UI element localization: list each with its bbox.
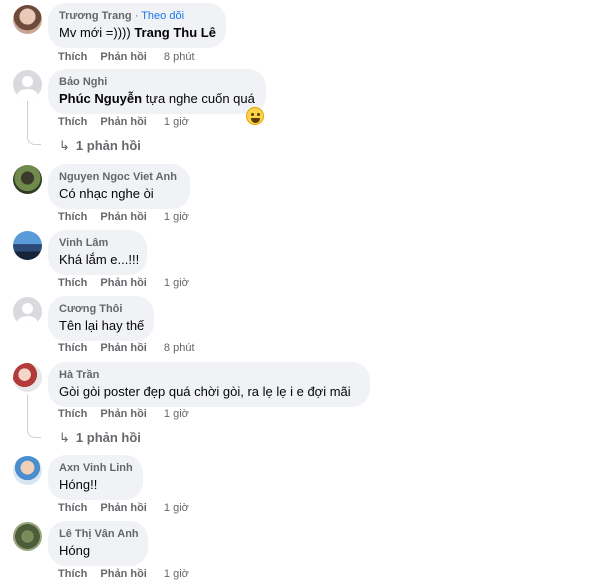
timestamp[interactable]: 1 giờ bbox=[164, 568, 189, 580]
thread-hook bbox=[27, 133, 41, 145]
comment-actions: Thích Phản hồi 1 giờ bbox=[58, 408, 189, 420]
avatar[interactable] bbox=[13, 297, 42, 326]
comment-bubble: Vinh Lâm Khá lắm e...!!! bbox=[48, 230, 147, 275]
comment-actions: Thích Phản hồi 8 phút bbox=[58, 342, 195, 354]
like-button[interactable]: Thích bbox=[58, 277, 87, 289]
timestamp[interactable]: 1 giờ bbox=[164, 277, 189, 289]
view-replies-link[interactable]: ↳ 1 phản hồi bbox=[59, 138, 141, 154]
thread-line bbox=[27, 394, 28, 430]
avatar[interactable] bbox=[13, 5, 42, 34]
reply-button[interactable]: Phản hồi bbox=[100, 502, 146, 514]
comment-text: Hóng bbox=[59, 543, 91, 558]
thread-line bbox=[27, 101, 28, 137]
reply-button[interactable]: Phản hồi bbox=[100, 211, 146, 223]
comment-text: Gòi gòi poster đẹp quá chời gòi, ra lẹ l… bbox=[59, 384, 351, 399]
view-replies-link[interactable]: ↳ 1 phản hồi bbox=[59, 430, 141, 446]
like-button[interactable]: Thích bbox=[58, 408, 87, 420]
commenter-name[interactable]: Nguyen Ngoc Viet Anh bbox=[59, 170, 178, 184]
timestamp[interactable]: 1 giờ bbox=[164, 502, 189, 514]
timestamp[interactable]: 8 phút bbox=[164, 51, 195, 63]
comment-text-body: Mv mới =)))) bbox=[59, 25, 135, 40]
comment-bubble: Cương Thôi Tên lại hay thế bbox=[48, 296, 154, 341]
comment-bubble: Hà Trần Gòi gòi poster đẹp quá chời gòi,… bbox=[48, 362, 370, 407]
like-button[interactable]: Thích bbox=[58, 116, 87, 128]
comment-actions: Thích Phản hồi 1 giờ bbox=[58, 568, 189, 580]
comment-actions: Thích Phản hồi 1 giờ bbox=[58, 277, 189, 289]
commenter-name[interactable]: Hà Trần bbox=[59, 368, 358, 382]
commenter-name[interactable]: Vinh Lâm bbox=[59, 236, 135, 250]
reply-arrow-icon: ↳ bbox=[59, 430, 70, 445]
comment-bubble: Nguyen Ngoc Viet Anh Có nhạc nghe òi bbox=[48, 164, 190, 209]
like-button[interactable]: Thích bbox=[58, 211, 87, 223]
commenter-name[interactable]: Cương Thôi bbox=[59, 302, 142, 316]
follow-link[interactable]: · Theo dõi bbox=[135, 10, 184, 22]
commenter-name[interactable]: Trương Trang · Theo dõi bbox=[59, 9, 214, 23]
mention-link[interactable]: Phúc Nguyễn bbox=[59, 91, 142, 106]
commenter-name[interactable]: Lê Thị Vân Anh bbox=[59, 527, 139, 541]
timestamp[interactable]: 1 giờ bbox=[164, 211, 189, 223]
comment-text-body: tựa nghe cuốn quá bbox=[142, 91, 255, 106]
avatar[interactable] bbox=[13, 165, 42, 194]
like-button[interactable]: Thích bbox=[58, 502, 87, 514]
timestamp[interactable]: 1 giờ bbox=[164, 408, 189, 420]
like-button[interactable]: Thích bbox=[58, 51, 87, 63]
comment-text: Phúc Nguyễn tựa nghe cuốn quá bbox=[59, 90, 255, 108]
replies-count[interactable]: 1 phản hồi bbox=[76, 430, 141, 445]
reply-button[interactable]: Phản hồi bbox=[100, 116, 146, 128]
comment-text: Mv mới =)))) Trang Thu Lê bbox=[59, 24, 216, 42]
comment-text: Khá lắm e...!!! bbox=[59, 252, 140, 267]
comment-text: Tên lại hay thế bbox=[59, 318, 145, 333]
avatar[interactable] bbox=[13, 363, 42, 392]
comment-actions: Thích Phản hồi 1 giờ bbox=[58, 211, 189, 223]
thread-hook bbox=[27, 426, 41, 438]
timestamp[interactable]: 8 phút bbox=[164, 342, 195, 354]
reply-button[interactable]: Phản hồi bbox=[100, 408, 146, 420]
comment-bubble: Lê Thị Vân Anh Hóng bbox=[48, 521, 148, 566]
comment-bubble: Bảo Nghi Phúc Nguyễn tựa nghe cuốn quá bbox=[48, 69, 266, 114]
like-button[interactable]: Thích bbox=[58, 568, 87, 580]
comment-actions: Thích Phản hồi 8 phút bbox=[58, 51, 195, 63]
reply-button[interactable]: Phản hồi bbox=[100, 277, 146, 289]
comment-actions: Thích Phản hồi 1 giờ bbox=[58, 502, 189, 514]
comment-text: Hóng!! bbox=[59, 477, 98, 492]
reply-button[interactable]: Phản hồi bbox=[100, 51, 146, 63]
reply-arrow-icon: ↳ bbox=[59, 138, 70, 153]
comment-actions: Thích Phản hồi 1 giờ bbox=[58, 116, 189, 128]
comment-bubble: Axn Vinh Linh Hóng!! bbox=[48, 455, 143, 500]
reply-button[interactable]: Phản hồi bbox=[100, 568, 146, 580]
avatar[interactable] bbox=[13, 70, 42, 99]
replies-count[interactable]: 1 phản hồi bbox=[76, 138, 141, 153]
timestamp[interactable]: 1 giờ bbox=[164, 116, 189, 128]
laughing-emoji-icon[interactable] bbox=[246, 107, 264, 125]
mention-link[interactable]: Trang Thu Lê bbox=[134, 25, 216, 40]
commenter-name[interactable]: Bảo Nghi bbox=[59, 75, 254, 89]
avatar[interactable] bbox=[13, 522, 42, 551]
commenter-name-text[interactable]: Trương Trang bbox=[59, 10, 132, 22]
reply-button[interactable]: Phản hồi bbox=[100, 342, 146, 354]
like-button[interactable]: Thích bbox=[58, 342, 87, 354]
comment-text: Có nhạc nghe òi bbox=[59, 186, 154, 201]
avatar[interactable] bbox=[13, 231, 42, 260]
comment-bubble: Trương Trang · Theo dõi Mv mới =)))) Tra… bbox=[48, 3, 226, 48]
commenter-name[interactable]: Axn Vinh Linh bbox=[59, 461, 133, 475]
avatar[interactable] bbox=[13, 456, 42, 485]
